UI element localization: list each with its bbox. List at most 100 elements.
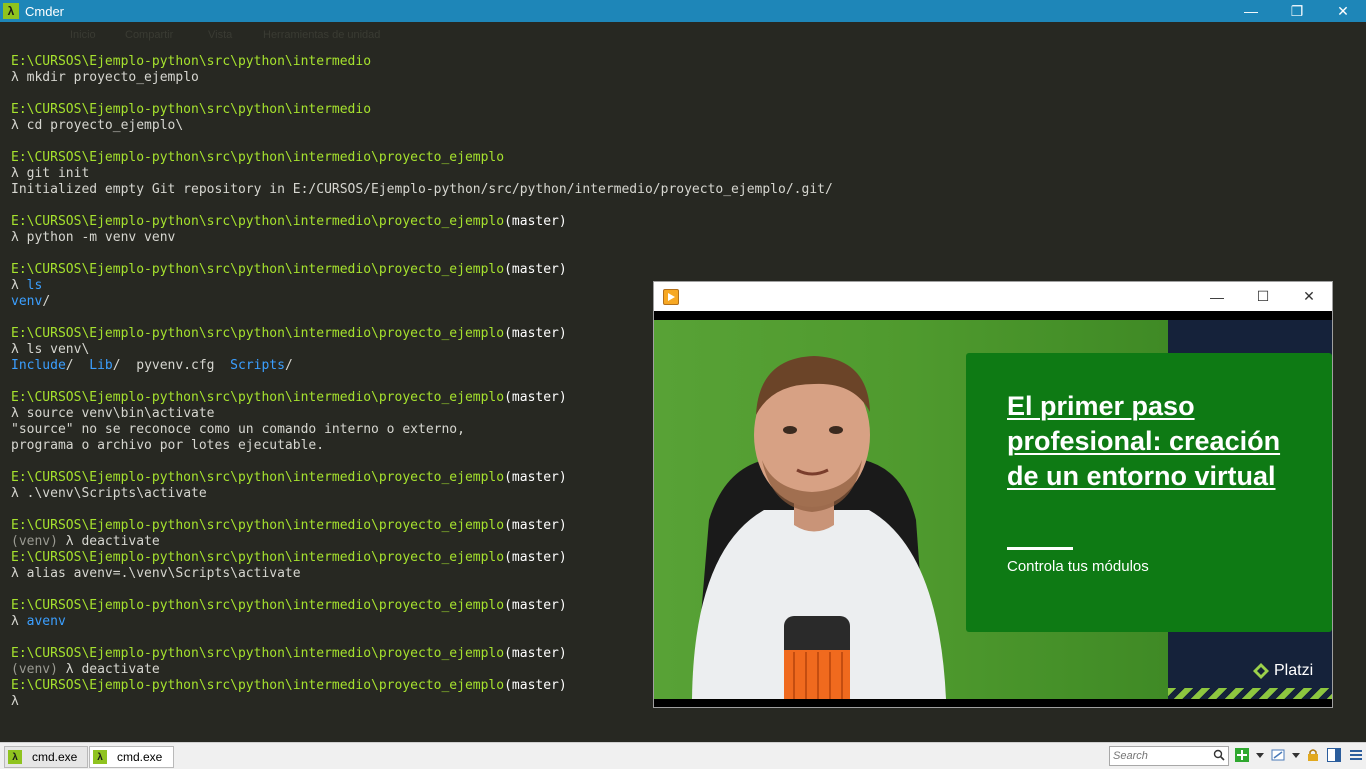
terminal-segment: python -m venv venv bbox=[26, 230, 176, 245]
terminal-segment: / pyvenv.cfg bbox=[112, 358, 231, 373]
terminal-segment: Initialized empty Git repository in E:/C… bbox=[11, 182, 833, 197]
terminal-segment: source venv\bin\activate bbox=[26, 406, 215, 421]
terminal-segment: E:\CURSOS\Ejemplo-python\src\python\inte… bbox=[11, 550, 505, 565]
terminal-segment: λ bbox=[11, 166, 27, 181]
terminal-segment: (master) bbox=[504, 646, 567, 661]
terminal-segment: (master) bbox=[504, 390, 567, 405]
terminal-segment: (master) bbox=[504, 518, 567, 533]
terminal-segment: (venv) bbox=[11, 662, 66, 677]
ghost-item: Inicio bbox=[70, 29, 96, 41]
terminal-segment: E:\CURSOS\Ejemplo-python\src\python\inte… bbox=[11, 214, 505, 229]
ghost-item: Vista bbox=[208, 29, 233, 41]
terminal-segment: (venv) bbox=[11, 534, 66, 549]
lambda-icon[interactable]: λ bbox=[3, 3, 19, 19]
terminal-segment: (master) bbox=[504, 326, 567, 341]
platzi-icon bbox=[1253, 663, 1269, 679]
minimize-button[interactable]: — bbox=[1228, 0, 1274, 22]
video-window-titlebar[interactable]: — ☐ ✕ bbox=[654, 282, 1332, 311]
terminal-segment: venv bbox=[11, 294, 43, 309]
slide-card: El primer paso profesional: creación de … bbox=[966, 353, 1332, 632]
window-title: Cmder bbox=[25, 3, 65, 19]
terminal-segment: λ bbox=[11, 278, 27, 293]
close-button[interactable]: ✕ bbox=[1320, 0, 1366, 22]
terminal-segment: E:\CURSOS\Ejemplo-python\src\python\inte… bbox=[11, 54, 372, 69]
presenter-image bbox=[692, 356, 946, 699]
settings-icon[interactable] bbox=[1271, 748, 1285, 762]
terminal-segment: λ bbox=[11, 70, 27, 85]
terminal-segment: E:\CURSOS\Ejemplo-python\src\python\inte… bbox=[11, 102, 372, 117]
video-content[interactable]: El primer paso profesional: creación de … bbox=[654, 311, 1332, 707]
tab-cmd-1[interactable]: λ cmd.exe bbox=[4, 746, 88, 768]
ghost-item: Compartir bbox=[125, 29, 174, 41]
terminal-segment: λ bbox=[11, 614, 27, 629]
terminal-segment: / bbox=[42, 294, 51, 309]
tab-label: cmd.exe bbox=[32, 750, 78, 764]
menu-icon[interactable] bbox=[1349, 748, 1363, 762]
terminal-segment: E:\CURSOS\Ejemplo-python\src\python\inte… bbox=[11, 598, 505, 613]
search-input[interactable] bbox=[1113, 750, 1209, 762]
terminal-line: λ cd proyecto_ejemplo\ bbox=[11, 118, 1351, 134]
terminal-segment: λ bbox=[11, 566, 27, 581]
video-minimize-button[interactable]: — bbox=[1194, 282, 1240, 311]
terminal-segment: alias avenv=.\venv\Scripts\activate bbox=[26, 566, 301, 581]
terminal-line: λ git init bbox=[11, 166, 1351, 182]
terminal-segment: ls bbox=[26, 278, 43, 293]
close-icon: ✕ bbox=[1337, 2, 1349, 19]
add-icon[interactable] bbox=[1235, 748, 1249, 762]
terminal-segment: Scripts bbox=[230, 358, 285, 373]
terminal-segment: λ bbox=[11, 406, 27, 421]
chevron-down-icon[interactable] bbox=[1253, 748, 1267, 762]
terminal-line: E:\CURSOS\Ejemplo-python\src\python\inte… bbox=[11, 150, 1351, 166]
video-player-window[interactable]: — ☐ ✕ El primer paso profesional: creaci… bbox=[653, 281, 1333, 708]
terminal-segment: .\venv\Scripts\activate bbox=[26, 486, 207, 501]
video-maximize-button[interactable]: ☐ bbox=[1240, 282, 1286, 311]
terminal-segment: deactivate bbox=[81, 534, 160, 549]
terminal-segment: (master) bbox=[504, 470, 567, 485]
video-frame: El primer paso profesional: creación de … bbox=[654, 320, 1332, 699]
terminal-segment: avenv bbox=[26, 614, 66, 629]
ghost-item: Herramientas de unidad bbox=[263, 29, 381, 41]
terminal-line: E:\CURSOS\Ejemplo-python\src\python\inte… bbox=[11, 54, 1351, 70]
terminal-segment: E:\CURSOS\Ejemplo-python\src\python\inte… bbox=[11, 262, 505, 277]
terminal-line: Initialized empty Git repository in E:/C… bbox=[11, 182, 1351, 198]
terminal-segment: (master) bbox=[504, 598, 567, 613]
minimize-icon: — bbox=[1244, 3, 1258, 19]
restore-button[interactable]: ❐ bbox=[1274, 0, 1320, 22]
terminal-segment: λ bbox=[11, 230, 27, 245]
video-close-button[interactable]: ✕ bbox=[1286, 282, 1332, 311]
maximize-icon: ☐ bbox=[1256, 288, 1270, 304]
platzi-logo: Platzi bbox=[1252, 662, 1313, 680]
terminal-segment: (master) bbox=[504, 262, 567, 277]
search-field[interactable] bbox=[1109, 746, 1229, 766]
close-icon: ✕ bbox=[1303, 288, 1315, 304]
terminal-segment: programa o archivo por lotes ejecutable. bbox=[11, 438, 325, 453]
terminal-segment: λ bbox=[11, 342, 27, 357]
terminal-segment: / bbox=[284, 358, 293, 373]
search-icon[interactable] bbox=[1213, 749, 1225, 761]
terminal-segment: deactivate bbox=[81, 662, 160, 677]
tab-cmd-2[interactable]: λ cmd.exe bbox=[89, 746, 174, 768]
slide-title: El primer paso profesional: creación de … bbox=[1007, 391, 1281, 491]
lambda-icon: λ bbox=[93, 750, 107, 764]
terminal-segment: E:\CURSOS\Ejemplo-python\src\python\inte… bbox=[11, 646, 505, 661]
terminal-segment: E:\CURSOS\Ejemplo-python\src\python\inte… bbox=[11, 470, 505, 485]
lock-icon[interactable] bbox=[1306, 748, 1320, 762]
terminal-segment: λ bbox=[11, 486, 27, 501]
terminal-line: E:\CURSOS\Ejemplo-python\src\python\inte… bbox=[11, 102, 1351, 118]
terminal-segment: (master) bbox=[504, 678, 567, 693]
terminal-segment: E:\CURSOS\Ejemplo-python\src\python\inte… bbox=[11, 390, 505, 405]
terminal-segment: (master) bbox=[504, 214, 567, 229]
chevron-down-icon[interactable] bbox=[1289, 748, 1303, 762]
slide-subtitle: Controla tus módulos bbox=[1007, 558, 1149, 575]
terminal-segment: λ bbox=[65, 662, 82, 677]
platzi-brand-label: Platzi bbox=[1274, 662, 1314, 679]
terminal-segment: λ bbox=[11, 118, 27, 133]
layout-icon[interactable] bbox=[1327, 748, 1341, 762]
terminal-segment: E:\CURSOS\Ejemplo-python\src\python\inte… bbox=[11, 518, 505, 533]
background-ribbon-ghost: Inicio Compartir Vista Herramientas de u… bbox=[0, 24, 1366, 44]
status-bar: λ cmd.exe λ cmd.exe bbox=[0, 742, 1366, 769]
lambda-icon: λ bbox=[8, 750, 22, 764]
